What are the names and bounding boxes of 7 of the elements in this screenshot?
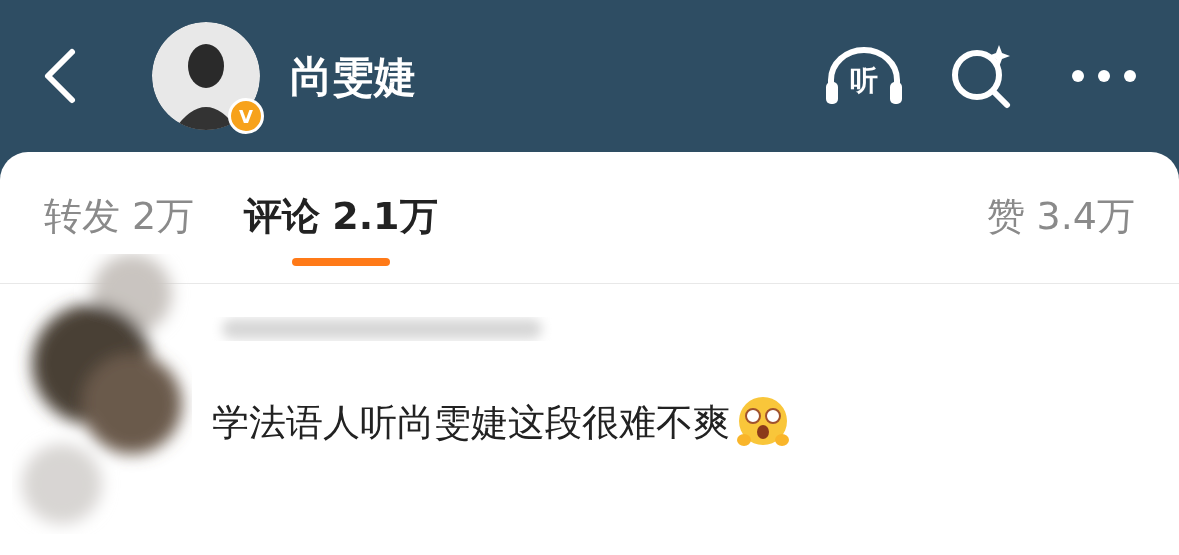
profile-name: 尚雯婕: [290, 50, 416, 103]
verified-badge: V: [228, 98, 264, 134]
more-icon[interactable]: [1071, 69, 1137, 83]
avatar[interactable]: [152, 22, 260, 130]
comment-text: 学法语人听尚雯婕这段很难不爽: [212, 400, 730, 447]
listen-button[interactable]: 听: [823, 44, 905, 108]
tab[interactable]: 评论 2.1万: [244, 188, 438, 266]
